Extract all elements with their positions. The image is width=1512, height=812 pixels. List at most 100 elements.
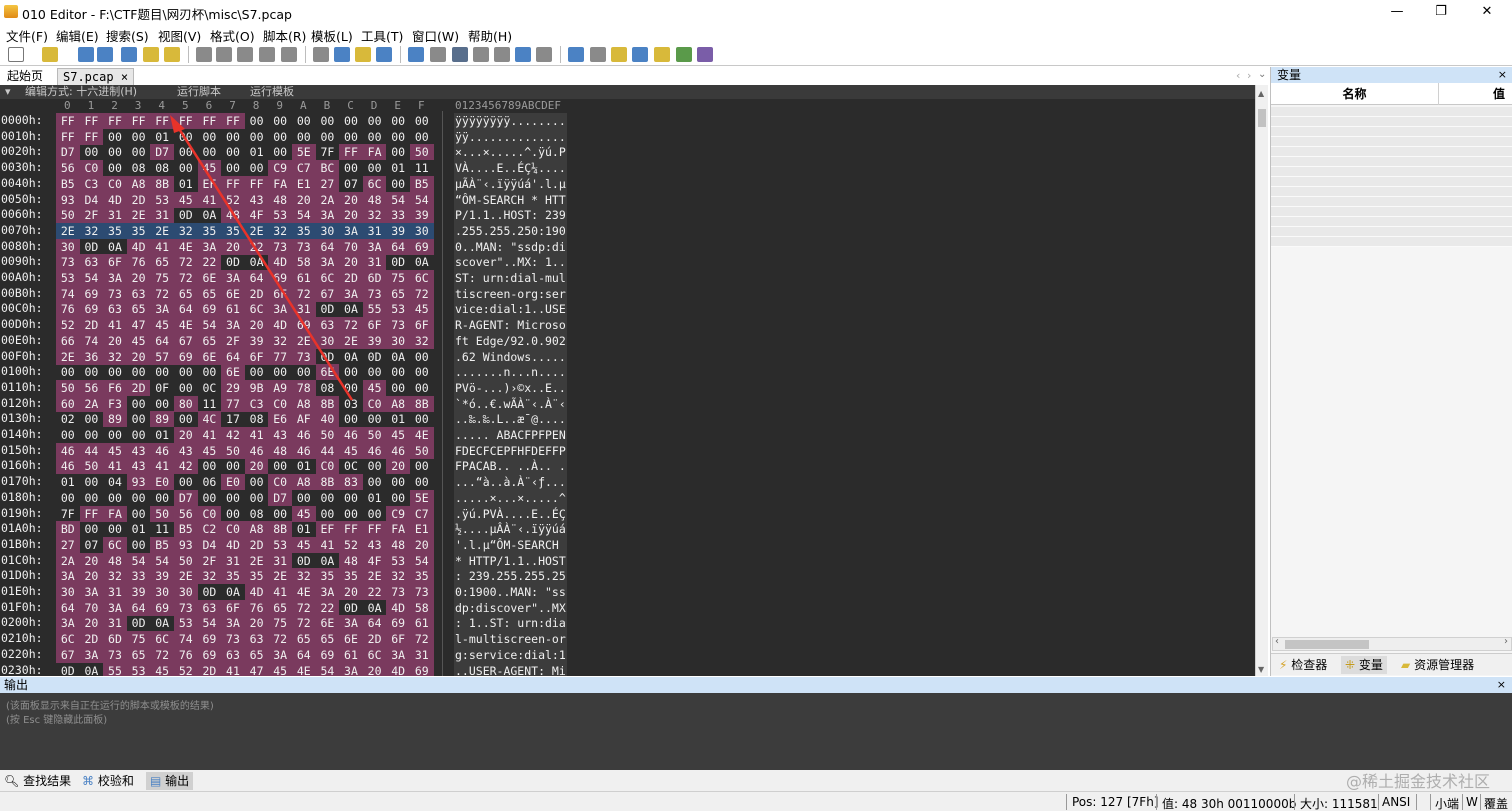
hex-byte[interactable]: 70	[339, 238, 363, 255]
histogram-icon[interactable]	[654, 47, 670, 62]
hex-byte[interactable]: 11	[198, 396, 222, 412]
hex-byte[interactable]: 00	[292, 364, 316, 380]
hex-byte[interactable]: 3A	[79, 584, 104, 600]
hex-byte[interactable]: 00	[127, 490, 151, 506]
hex-byte[interactable]: 00	[150, 364, 174, 380]
hex-byte[interactable]: 35	[221, 568, 245, 585]
hex-byte[interactable]: 00	[363, 113, 387, 129]
ascii-row[interactable]: 0..MAN: "ssdp:di	[454, 238, 567, 255]
hex-byte[interactable]: D7	[174, 489, 198, 506]
hex-byte[interactable]: 6E	[221, 285, 245, 302]
hex-byte[interactable]: 08	[127, 160, 151, 176]
hex-byte[interactable]: 53	[150, 191, 174, 208]
hex-byte[interactable]: 20	[174, 427, 198, 443]
hex-vertical-scrollbar[interactable]: ▲ ▼	[1255, 85, 1268, 676]
hex-byte[interactable]: 2D	[244, 285, 269, 302]
hex-byte[interactable]: 22	[244, 238, 269, 255]
hex-byte[interactable]: 0D	[386, 254, 410, 270]
hex-byte[interactable]: 0D	[339, 600, 363, 616]
hex-byte[interactable]: 45	[103, 442, 127, 459]
hex-byte[interactable]: 43	[126, 442, 151, 459]
tab-scroll-left-icon[interactable]: ‹	[1236, 69, 1240, 82]
hex-byte[interactable]: 41	[221, 662, 245, 676]
hex-byte[interactable]: C9	[386, 505, 410, 522]
hex-byte[interactable]: 0D	[221, 254, 245, 270]
hex-byte[interactable]: 00	[103, 427, 127, 443]
hex-byte[interactable]: 08	[150, 160, 174, 176]
hex-byte[interactable]: 50	[56, 379, 80, 396]
ascii-row[interactable]: vice:dial:1..USE	[454, 301, 567, 318]
hex-byte[interactable]: 31	[221, 552, 245, 569]
hex-byte[interactable]: 53	[268, 207, 292, 224]
hex-byte[interactable]: 4D	[103, 191, 127, 208]
variable-row[interactable]	[1271, 227, 1512, 237]
hex-byte[interactable]: 55	[103, 662, 127, 676]
hex-byte[interactable]: 3A	[268, 646, 292, 663]
hex-byte[interactable]: 01	[386, 411, 410, 427]
hex-byte[interactable]: 11	[410, 160, 434, 176]
hex-byte[interactable]: FF	[244, 175, 269, 192]
hex-byte[interactable]: 69	[410, 238, 434, 255]
tab-output[interactable]: ▤ 输出	[146, 772, 194, 790]
hex-byte[interactable]: 42	[174, 458, 198, 475]
hex-byte[interactable]: 5E	[292, 144, 316, 161]
hex-byte[interactable]: 00	[386, 176, 410, 192]
hex-byte[interactable]: 76	[126, 254, 151, 271]
hex-byte[interactable]: E0	[150, 474, 174, 491]
hex-byte[interactable]: 00	[80, 474, 104, 490]
scroll-up-icon[interactable]: ▲	[1258, 89, 1264, 98]
hex-byte[interactable]: 2E	[362, 568, 387, 585]
hex-byte[interactable]: 00	[410, 474, 434, 490]
hex-byte[interactable]: C7	[410, 505, 434, 522]
hex-byte[interactable]: 63	[315, 317, 340, 334]
hex-byte[interactable]: 64	[221, 348, 245, 365]
hex-byte[interactable]: 00	[363, 411, 387, 427]
hex-byte[interactable]: 3A	[103, 599, 127, 616]
hex-byte[interactable]: BC	[315, 160, 340, 177]
hex-byte[interactable]: 69	[386, 615, 410, 632]
hex-byte[interactable]: C0	[197, 505, 222, 522]
scroll-left-icon[interactable]: ‹	[1275, 636, 1279, 647]
copy-icon[interactable]	[216, 47, 232, 62]
hex-byte[interactable]: 41	[244, 427, 269, 443]
hex-byte[interactable]: 73	[103, 646, 127, 663]
hex-byte[interactable]: 00	[103, 364, 127, 380]
hex-byte[interactable]: 2E	[268, 568, 292, 585]
hex-byte[interactable]: 83	[339, 474, 363, 491]
hex-byte[interactable]: F6	[103, 379, 127, 396]
hex-byte[interactable]: 00	[339, 490, 363, 506]
hex-byte[interactable]: 2E	[56, 348, 80, 365]
hex-byte[interactable]: 65	[292, 631, 316, 648]
hex-byte[interactable]: 2E	[174, 568, 198, 585]
hex-byte[interactable]: 00	[80, 521, 104, 537]
status-width[interactable]: W	[1466, 795, 1478, 809]
hex-byte[interactable]: 6E	[221, 364, 245, 381]
hex-byte[interactable]: 64	[150, 332, 174, 349]
hex-byte[interactable]: 6F	[268, 285, 292, 302]
hex-byte[interactable]: FF	[126, 113, 151, 129]
hex-byte[interactable]: 40	[315, 411, 340, 428]
hex-byte[interactable]: 0D	[127, 615, 151, 631]
hex-byte[interactable]: 54	[292, 207, 316, 224]
hex-byte[interactable]: 32	[386, 568, 410, 585]
hex-byte[interactable]: 6C	[362, 646, 387, 663]
hex-byte[interactable]: 50	[221, 442, 245, 459]
hex-byte[interactable]: 69	[197, 631, 222, 648]
hex-byte[interactable]: 3A	[150, 301, 174, 318]
hex-byte[interactable]: FF	[221, 113, 245, 129]
hex-byte[interactable]: 41	[150, 458, 174, 475]
hex-byte[interactable]: 32	[197, 568, 222, 585]
hex-byte[interactable]: 47	[126, 317, 151, 334]
close-folder-icon[interactable]	[164, 47, 180, 62]
hex-byte[interactable]: 3A	[339, 285, 363, 302]
minimize-button[interactable]: —	[1374, 0, 1420, 24]
hex-byte[interactable]: 6E	[197, 348, 222, 365]
hex-byte[interactable]: 00	[245, 474, 269, 490]
hex-byte[interactable]: 46	[292, 427, 316, 443]
hex-byte[interactable]: 20	[79, 615, 104, 632]
hex-byte[interactable]: 56	[56, 160, 80, 177]
hex-byte[interactable]: 00	[292, 129, 316, 145]
hex-byte[interactable]: 52	[221, 191, 245, 208]
hex-byte[interactable]: 00	[268, 364, 292, 380]
hex-byte[interactable]: 64	[244, 270, 269, 286]
